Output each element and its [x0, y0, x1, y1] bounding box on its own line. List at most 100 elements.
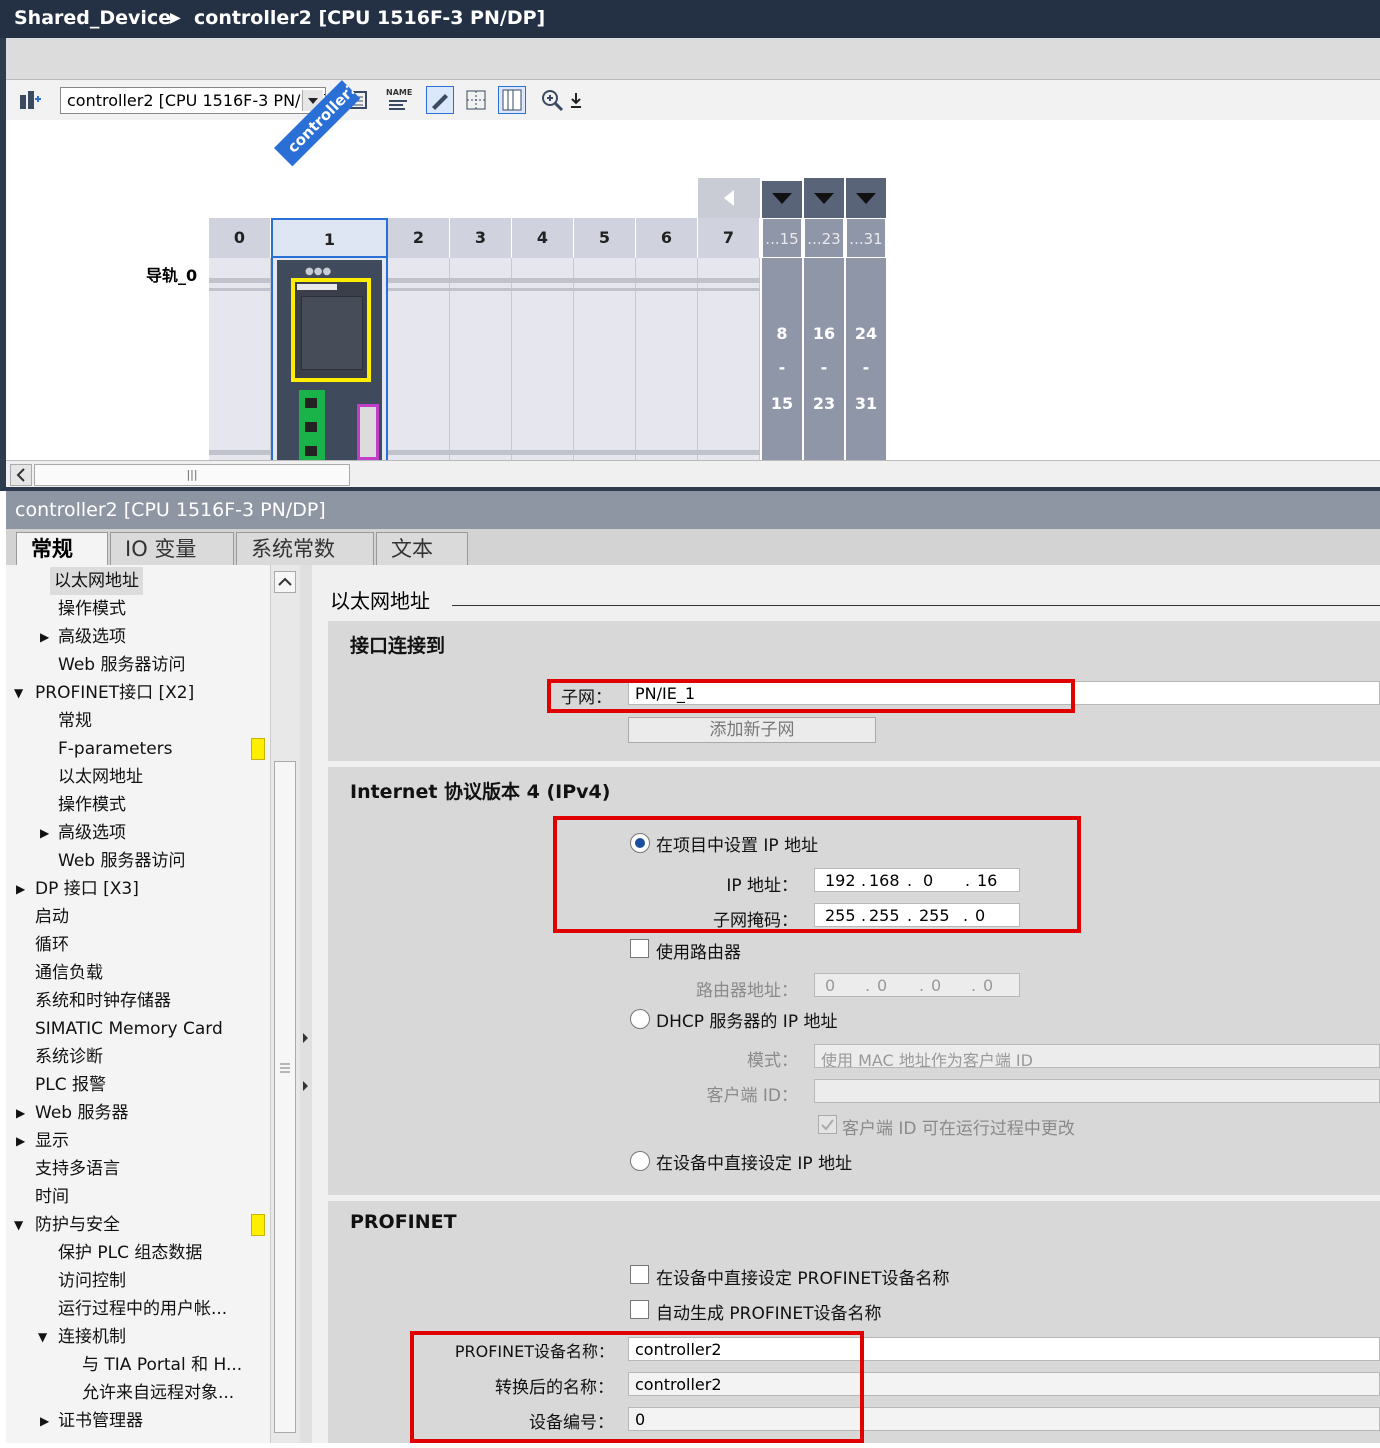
breadcrumb-device: controller2 [CPU 1516F-3 PN/DP] [194, 7, 546, 29]
nav-item[interactable]: 系统和时钟存储器 [35, 987, 171, 1015]
scroll-left-button[interactable] [698, 178, 760, 218]
chevron-down-icon[interactable]: ▼ [14, 679, 23, 707]
breadcrumb-project[interactable]: Shared_Device [14, 7, 171, 29]
nav-scroll-thumb[interactable] [274, 761, 296, 1433]
cpu-module-slot[interactable]: ●●● [271, 258, 388, 460]
rail-label: 导轨_0 [146, 266, 198, 285]
nav-item[interactable]: 系统诊断 [35, 1043, 103, 1071]
slot-header-3[interactable]: 3 [450, 218, 512, 258]
breadcrumb-arrow-icon: ▶ [170, 10, 181, 26]
dhcp-ip-radio[interactable] [630, 1009, 650, 1029]
edit-icon[interactable] [426, 86, 454, 114]
device-canvas[interactable]: controller2 导轨_0 0 1 2 3 4 5 6 7 ●●● ...… [6, 80, 1380, 460]
slot-header-5[interactable]: 5 [574, 218, 636, 258]
slot-header-1[interactable]: 1 [271, 218, 388, 258]
nav-item[interactable]: 支持多语言 [35, 1155, 120, 1183]
group-2-dash: - [820, 358, 828, 377]
nav-item[interactable]: 防护与安全 [35, 1211, 120, 1239]
scroll-up-arrow-icon[interactable] [274, 571, 296, 593]
chevron-down-icon[interactable]: ▼ [14, 1211, 23, 1239]
auto-generate-name-checkbox[interactable] [630, 1300, 649, 1319]
cpu-module[interactable]: ●●● [277, 260, 382, 460]
mode-dropdown[interactable]: 使用 MAC 地址作为客户端 ID [814, 1044, 1380, 1068]
page-layout-icon[interactable] [498, 86, 526, 114]
expand-group-3-icon[interactable] [846, 178, 886, 218]
group-1-slots[interactable]: 8 - 15 [762, 258, 802, 460]
client-id-change-label: 客户端 ID 可在运行过程中更改 [842, 1119, 1075, 1139]
warning-icon [251, 1214, 265, 1236]
cpu-display [291, 278, 371, 382]
chevron-right-icon[interactable]: ▶ [40, 1407, 49, 1435]
slot-header-2[interactable]: 2 [388, 218, 450, 258]
nav-item[interactable]: PROFINET接口 [X2] [35, 679, 194, 707]
chevron-right-icon[interactable]: ▶ [40, 623, 49, 651]
slot-header-0[interactable]: 0 [209, 218, 271, 258]
tab-texts[interactable]: 文本 [376, 532, 468, 565]
nav-item[interactable]: 操作模式 [58, 595, 126, 623]
canvas-horizontal-scrollbar[interactable]: ||| [6, 460, 1380, 488]
nav-item[interactable]: 以太网地址 [58, 763, 143, 791]
nav-item[interactable]: F-parameters [58, 735, 173, 763]
nav-item[interactable]: 保护 PLC 组态数据 [58, 1239, 202, 1267]
nav-item[interactable]: Web 服务器访问 [58, 651, 185, 679]
nav-item[interactable]: 常规 [58, 707, 92, 735]
properties-tabs: 常规 IO 变量 系统常数 文本 [6, 529, 1380, 566]
nav-item[interactable]: 运行过程中的用户帐... [58, 1295, 227, 1323]
nav-item[interactable]: 通信负载 [35, 959, 103, 987]
zoom-dropdown-icon[interactable] [566, 86, 586, 114]
client-id-change-checkbox[interactable] [818, 1115, 837, 1134]
nav-item[interactable]: 时间 [35, 1183, 69, 1211]
nav-item[interactable]: Web 服务器 [35, 1099, 128, 1127]
nav-item[interactable]: 显示 [35, 1127, 69, 1155]
nav-item[interactable]: SIMATIC Memory Card [35, 1015, 223, 1043]
grid-icon[interactable] [462, 86, 490, 114]
add-subnet-button[interactable]: 添加新子网 [628, 717, 876, 743]
group-2-slots[interactable]: 16 - 23 [804, 258, 844, 460]
device-select-dropdown[interactable]: controller2 [CPU 1516F-3 PN/DP] [60, 87, 326, 114]
highlight-ip-settings [553, 816, 1081, 933]
panel-splitter[interactable] [300, 565, 312, 1443]
router-address-field[interactable]: 0 . 0 . 0 . 0 [814, 973, 1020, 997]
chevron-right-icon[interactable]: ▶ [16, 1099, 25, 1127]
nav-item[interactable]: 访问控制 [58, 1267, 126, 1295]
expand-group-2-icon[interactable] [804, 178, 844, 218]
set-ip-in-device-radio[interactable] [630, 1151, 650, 1171]
nav-item[interactable]: 操作模式 [58, 791, 126, 819]
chevron-right-icon[interactable]: ▶ [16, 875, 25, 903]
nav-scrollbar[interactable] [270, 565, 300, 1443]
group-3-slots[interactable]: 24 - 31 [846, 258, 886, 460]
nav-item[interactable]: 与 TIA Portal 和 H... [82, 1351, 242, 1379]
profinet-title: PROFINET [350, 1211, 457, 1233]
zoom-in-icon[interactable] [538, 86, 566, 114]
nav-item[interactable]: 循环 [35, 931, 69, 959]
nav-item[interactable]: DP 接口 [X3] [35, 875, 139, 903]
nav-item[interactable]: PLC 报警 [35, 1071, 106, 1099]
nav-item[interactable]: 启动 [35, 903, 69, 931]
dp-port [357, 404, 379, 460]
chevron-right-icon[interactable]: ▶ [40, 819, 49, 847]
nav-item[interactable]: 高级选项 [58, 819, 126, 847]
use-router-checkbox[interactable] [630, 939, 649, 958]
nav-item[interactable]: 连接机制 [58, 1323, 126, 1351]
nav-item[interactable]: 高级选项 [58, 623, 126, 651]
nav-item[interactable]: 允许来自远程对象... [82, 1379, 234, 1407]
scroll-left-arrow-icon[interactable] [10, 464, 32, 486]
tab-general[interactable]: 常规 [16, 532, 108, 566]
slot-header-4[interactable]: 4 [512, 218, 574, 258]
tab-io-tags[interactable]: IO 变量 [110, 532, 234, 565]
slot-header-7[interactable]: 7 [698, 218, 760, 258]
router-octet: 0 [983, 976, 994, 995]
tab-system-constants[interactable]: 系统常数 [236, 532, 374, 565]
set-name-in-device-checkbox[interactable] [630, 1265, 649, 1284]
slot-header-6[interactable]: 6 [636, 218, 698, 258]
nav-item[interactable]: Web 服务器访问 [58, 847, 185, 875]
client-id-field[interactable] [814, 1079, 1380, 1103]
nav-item[interactable]: 以太网地址 [50, 567, 143, 595]
nav-item[interactable]: 证书管理器 [58, 1407, 143, 1435]
siemens-logo-strip [297, 284, 337, 290]
device-overview-icon[interactable] [16, 86, 44, 114]
chevron-down-icon[interactable]: ▼ [38, 1323, 47, 1351]
show-device-name-icon[interactable]: NAME [384, 86, 412, 114]
scroll-thumb[interactable]: ||| [34, 464, 350, 486]
chevron-right-icon[interactable]: ▶ [16, 1127, 25, 1155]
